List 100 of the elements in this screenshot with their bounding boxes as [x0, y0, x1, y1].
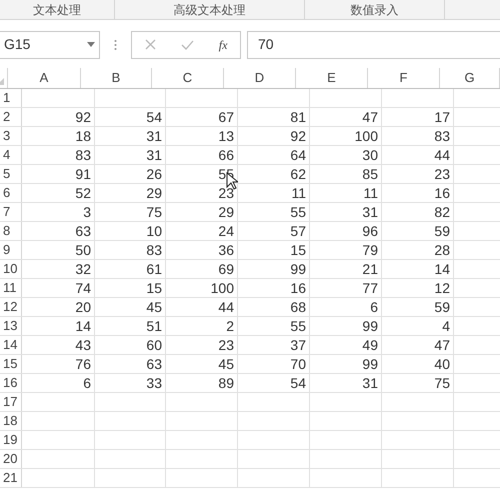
- table-cell-text: 11: [291, 184, 306, 202]
- table-cell-text: 31: [362, 374, 378, 392]
- table-cell-text: 99: [362, 354, 378, 374]
- table-cell-text: 44: [218, 298, 234, 316]
- table-cell-text: 75: [146, 202, 162, 222]
- table-cell-text: 61: [146, 260, 162, 278]
- row-header[interactable]: 5: [0, 165, 22, 183]
- row-header[interactable]: 6: [0, 184, 22, 202]
- table-cell-text: 55: [290, 316, 306, 336]
- table-cell-text: 50: [75, 240, 91, 260]
- table-cell-text: 16: [434, 184, 450, 202]
- table-cell-text: 30: [362, 146, 378, 164]
- table-cell-text: 3: [83, 202, 91, 222]
- table-cell-text: 29: [146, 184, 162, 202]
- ribbon-group-label: 数值录入: [350, 2, 398, 18]
- name-box[interactable]: G15: [0, 30, 100, 58]
- column-header[interactable]: D: [224, 68, 296, 88]
- column-header[interactable]: E: [296, 68, 368, 88]
- table-cell-text: 77: [362, 278, 378, 298]
- table-cell-text: 100: [210, 278, 234, 298]
- column-header[interactable]: B: [81, 68, 152, 88]
- table-cell-text: 70: [290, 354, 306, 374]
- table-cell-text: 75: [434, 374, 450, 392]
- table-cell-text: 54: [290, 374, 306, 392]
- row-header[interactable]: 17: [0, 393, 22, 411]
- table-cell-text: 83: [75, 146, 91, 164]
- table-cell-text: 12: [434, 278, 450, 298]
- table-cell-text: 89: [218, 374, 234, 392]
- row-header[interactable]: 21: [0, 469, 22, 487]
- row-header[interactable]: 16: [0, 374, 22, 392]
- more-options-icon: [114, 38, 117, 50]
- table-cell-text: 99: [362, 316, 378, 336]
- table-cell-text: 32: [75, 260, 91, 278]
- row-header[interactable]: 11: [0, 279, 22, 297]
- table-cell-text: 2: [226, 316, 234, 336]
- row-header[interactable]: 9: [0, 241, 22, 259]
- row-header[interactable]: 4: [0, 146, 22, 164]
- row-header[interactable]: 2: [0, 108, 22, 126]
- table-cell-text: 23: [218, 336, 234, 354]
- table-cell-text: 54: [146, 108, 162, 126]
- column-header[interactable]: A: [8, 68, 81, 88]
- column-header[interactable]: C: [152, 68, 224, 88]
- table-cell-text: 16: [290, 278, 306, 298]
- row-header[interactable]: 13: [0, 317, 22, 335]
- table-cell-text: 68: [290, 298, 306, 316]
- row-header[interactable]: 15: [0, 355, 22, 373]
- table-cell-text: 23: [434, 164, 450, 184]
- table-cell-text: 83: [434, 126, 450, 146]
- ribbon-group-label: 文本处理: [33, 2, 81, 18]
- table-cell-text: 96: [362, 222, 378, 240]
- table-cell-text: 23: [218, 184, 234, 202]
- table-cell-text: 92: [75, 108, 91, 126]
- table-cell-text: 18: [75, 126, 91, 146]
- column-header[interactable]: G: [440, 68, 500, 88]
- table-cell-text: 14: [434, 260, 450, 278]
- table-cell-text: 67: [218, 108, 234, 126]
- row-header[interactable]: 20: [0, 450, 22, 468]
- row-header[interactable]: 12: [0, 298, 22, 316]
- table-cell-text: 4: [442, 316, 450, 336]
- table-cell-text: 15: [290, 240, 306, 260]
- table-cell-text: 37: [290, 336, 306, 354]
- table-cell-text: 51: [146, 316, 162, 336]
- table-cell-text: 26: [146, 164, 162, 184]
- table-cell-text: 99: [290, 260, 306, 278]
- table-cell-text: 6: [83, 374, 91, 392]
- table-cell-text: 29: [218, 202, 234, 222]
- table-cell-text: 21: [362, 260, 378, 278]
- table-cell-text: 83: [146, 240, 162, 260]
- column-header[interactable]: F: [368, 68, 440, 88]
- formula-input[interactable]: 70: [247, 30, 500, 58]
- row-header[interactable]: 1: [0, 89, 22, 107]
- table-cell-text: 79: [362, 240, 378, 260]
- table-cell-text: 10: [146, 222, 162, 240]
- table-cell-text: 52: [75, 184, 91, 202]
- row-header[interactable]: 7: [0, 203, 22, 221]
- cancel-icon[interactable]: [144, 39, 156, 50]
- table-cell-text: 47: [362, 108, 378, 126]
- table-cell-text: 64: [290, 146, 306, 164]
- row-header[interactable]: 3: [0, 127, 22, 145]
- insert-function-button[interactable]: fx: [218, 36, 228, 54]
- row-header[interactable]: 19: [0, 431, 22, 449]
- check-icon[interactable]: [180, 40, 194, 50]
- table-cell-text: 31: [146, 126, 162, 146]
- table-cell-text: 15: [146, 278, 162, 298]
- dropdown-caret-icon: [87, 42, 95, 47]
- table-cell-text: 66: [218, 146, 234, 164]
- table-cell-text: 33: [146, 374, 162, 392]
- table-cell-text: 69: [218, 260, 234, 278]
- row-header[interactable]: 18: [0, 412, 22, 430]
- row-header[interactable]: 8: [0, 222, 22, 240]
- table-cell-text: 14: [75, 316, 91, 336]
- table-cell-text: 36: [218, 240, 234, 260]
- table-cell-text: 49: [362, 336, 378, 354]
- row-header[interactable]: 10: [0, 260, 22, 278]
- table-cell-text: 60: [146, 336, 162, 354]
- table-cell-text: 24: [218, 222, 234, 240]
- table-cell-text: 59: [434, 298, 450, 316]
- table-cell-text: 11: [363, 184, 378, 202]
- row-header[interactable]: 14: [0, 336, 22, 354]
- table-cell-text: 81: [290, 108, 306, 126]
